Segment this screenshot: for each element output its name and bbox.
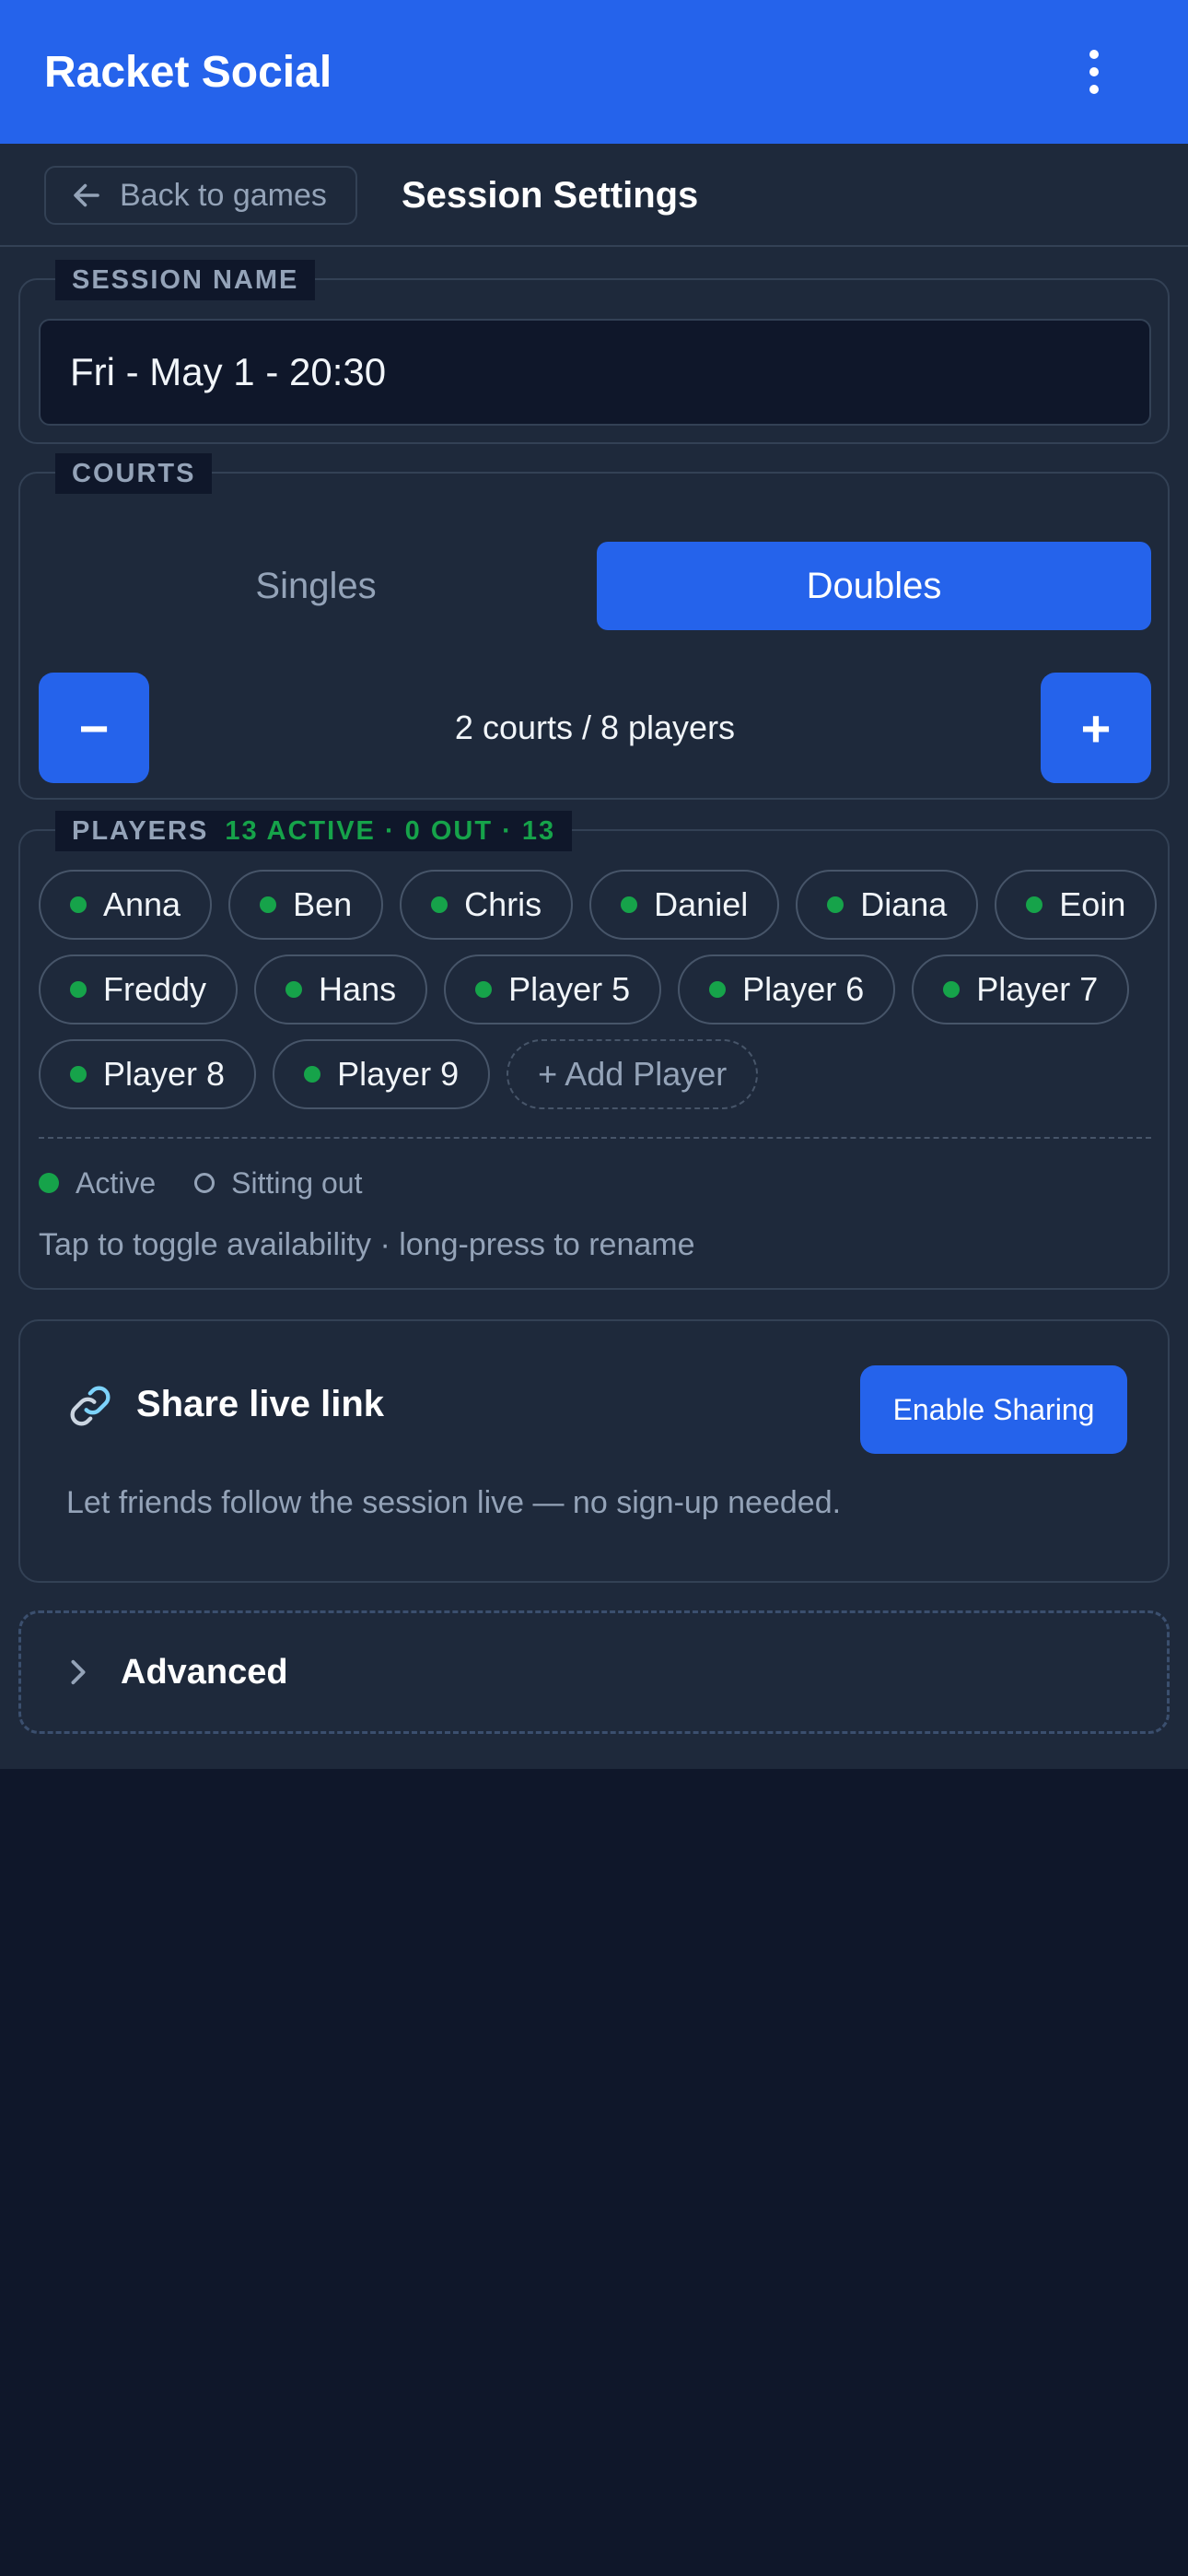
player-name: Player 7 <box>976 970 1099 1008</box>
session-name-legend: SESSION NAME <box>55 260 316 300</box>
courts-card: COURTS Singles Doubles − 2 courts / 8 pl… <box>18 453 1170 800</box>
share-title: Share live link <box>136 1384 385 1424</box>
link-icon <box>70 1386 111 1426</box>
advanced-toggle[interactable]: Advanced <box>18 1610 1170 1734</box>
players-stats: 13 ACTIVE · 0 OUT · 13 <box>225 815 556 846</box>
advanced-label: Advanced <box>121 1652 288 1692</box>
player-chip[interactable]: Daniel <box>589 870 780 940</box>
player-chip[interactable]: Chris <box>400 870 574 940</box>
status-dot-icon <box>1026 896 1043 913</box>
status-dot-icon <box>70 896 87 913</box>
status-dot-icon <box>621 896 638 913</box>
chevron-right-icon <box>71 1659 86 1685</box>
player-name: Player 6 <box>742 970 865 1008</box>
players-legend-label: PLAYERS <box>72 815 209 846</box>
active-dot-icon <box>39 1173 59 1193</box>
player-chip[interactable]: Hans <box>254 954 428 1025</box>
player-name: Diana <box>860 885 948 923</box>
session-name-input[interactable] <box>39 319 1151 426</box>
player-name: Anna <box>103 885 181 923</box>
player-name: Player 8 <box>103 1055 226 1093</box>
player-name: Eoin <box>1059 885 1126 923</box>
player-chip[interactable]: Player 7 <box>912 954 1130 1025</box>
player-chip[interactable]: Player 5 <box>444 954 662 1025</box>
status-dot-icon <box>260 896 277 913</box>
share-card: Share live link Enable Sharing Let frien… <box>18 1319 1170 1583</box>
session-settings-panel: Back to games Session Settings SESSION N… <box>0 144 1188 1769</box>
mode-singles-button[interactable]: Singles <box>39 542 593 630</box>
player-name: Player 5 <box>508 970 631 1008</box>
player-chip[interactable]: Player 9 <box>273 1039 491 1109</box>
player-name: Player 9 <box>337 1055 460 1093</box>
legend-sitting-out-label: Sitting out <box>231 1165 363 1200</box>
arrow-left-icon <box>74 183 99 207</box>
status-dot-icon <box>709 981 727 998</box>
mode-doubles-button[interactable]: Doubles <box>597 542 1151 630</box>
app-bar: Racket Social <box>0 0 1188 144</box>
increase-courts-button[interactable]: + <box>1041 673 1151 783</box>
session-name-legend-label: SESSION NAME <box>72 264 299 295</box>
status-dot-icon <box>304 1066 321 1083</box>
player-name: Hans <box>319 970 397 1008</box>
back-button[interactable]: Back to games <box>44 166 357 225</box>
players-card: PLAYERS 13 ACTIVE · 0 OUT · 13 Anna Ben Ch… <box>18 811 1170 1290</box>
courts-legend-label: COURTS <box>72 458 196 488</box>
status-dot-icon <box>475 981 493 998</box>
player-chip[interactable]: Anna <box>39 870 213 940</box>
more-options-icon[interactable] <box>1085 50 1103 94</box>
app-title: Racket Social <box>44 47 332 97</box>
player-name: Freddy <box>103 970 207 1008</box>
decrease-courts-button[interactable]: − <box>39 673 149 783</box>
status-dot-icon <box>827 896 844 913</box>
court-summary: 2 courts / 8 players <box>454 708 736 746</box>
divider <box>39 1137 1151 1139</box>
players-hint: Tap to toggle availability · long-press … <box>39 1227 695 1262</box>
availability-legend: Active Sitting out <box>39 1165 362 1201</box>
status-dot-icon <box>431 896 448 913</box>
player-chip[interactable]: Player 8 <box>39 1039 257 1109</box>
player-chip[interactable]: Eoin <box>995 870 1158 940</box>
enable-sharing-button[interactable]: Enable Sharing <box>860 1365 1127 1454</box>
player-chip-list: Anna Ben Chris Daniel Diana Eoin Freddy Hans Pla… <box>39 870 1162 1109</box>
status-dot-icon <box>285 981 303 998</box>
player-name: Ben <box>293 885 353 923</box>
add-player-button[interactable]: + Add Player <box>507 1039 759 1109</box>
status-dot-icon <box>70 981 87 998</box>
courts-legend: COURTS <box>55 453 213 494</box>
player-chip[interactable]: Freddy <box>39 954 239 1025</box>
sitting-out-ring-icon <box>194 1173 215 1193</box>
status-dot-icon <box>943 981 961 998</box>
share-description: Let friends follow the session live — no… <box>66 1485 842 1520</box>
player-chip[interactable]: Ben <box>228 870 384 940</box>
player-name: Daniel <box>654 885 749 923</box>
session-name-card: SESSION NAME <box>18 260 1170 444</box>
subheader: Back to games Session Settings <box>0 144 1188 247</box>
player-name: Chris <box>464 885 542 923</box>
status-dot-icon <box>70 1066 87 1083</box>
player-chip[interactable]: Diana <box>796 870 979 940</box>
page-title: Session Settings <box>402 175 699 216</box>
back-button-label: Back to games <box>120 177 327 213</box>
legend-active-label: Active <box>76 1165 157 1200</box>
player-chip[interactable]: Player 6 <box>678 954 896 1025</box>
players-legend: PLAYERS 13 ACTIVE · 0 OUT · 13 <box>55 811 573 851</box>
